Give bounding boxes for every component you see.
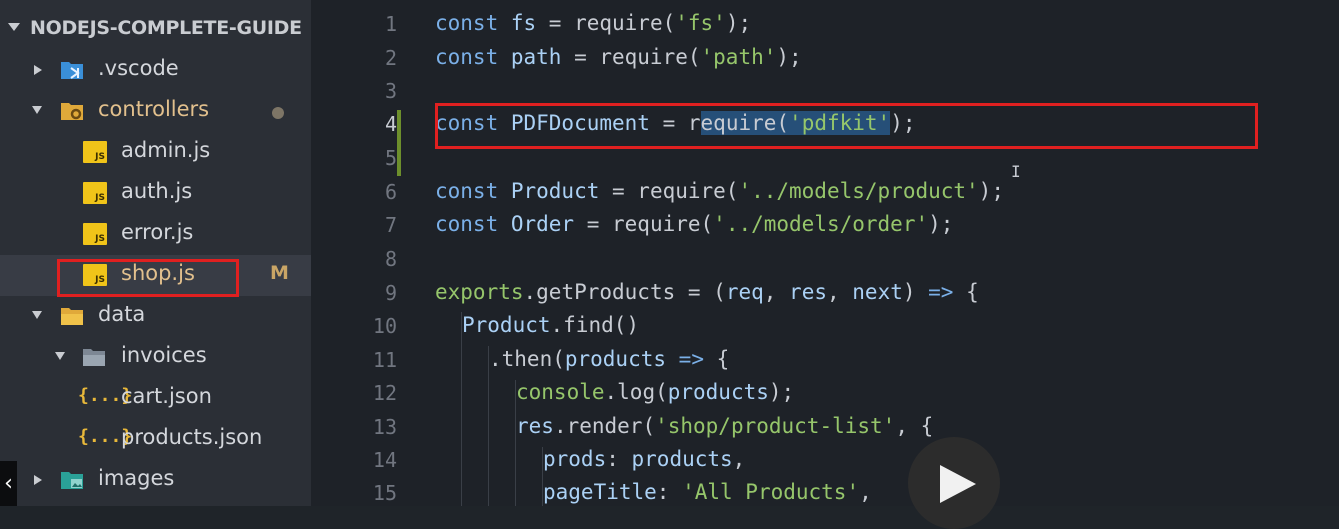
code-line-12: 12 console.log(products); [311,377,1339,411]
line-number: 14 [372,448,397,472]
code-text: const Order = require('../models/order')… [435,212,954,236]
code-editor[interactable]: 1 const fs = require('fs'); 2 const path… [311,0,1339,506]
code-text: const Product = require('../models/produ… [435,179,1004,203]
code-text: res.render('shop/product-list', { [516,414,934,438]
explorer-project-header[interactable]: NODEJS-COMPLETE-GUIDE [0,12,311,44]
code-line-13: 13 res.render('shop/product-list', { [311,411,1339,445]
tree-item-label: .vscode [98,56,179,80]
code-line-11: 11 .then(products => { [311,344,1339,378]
code-line-14: 14 prods: products, [311,444,1339,478]
code-text: const path = require('path'); [435,45,802,69]
tree-item-label: products.json [121,425,263,449]
chevron-down-icon [32,311,42,319]
settings-folder-icon [61,103,83,120]
tree-item-label: auth.js [121,179,193,203]
line-number: 2 [384,46,397,70]
js-file-icon: JS [83,223,107,245]
js-file-icon: JS [83,141,107,163]
code-line-10: 10 Product.find() [311,310,1339,344]
tree-item-products-json[interactable]: {...} products.json [0,419,311,460]
tree-item-cart-json[interactable]: {...} cart.json [0,378,311,419]
chevron-down-icon [55,352,65,360]
chevron-down-icon [32,106,42,114]
code-text: prods: products, [543,447,746,471]
line-number: 1 [384,12,397,36]
tree-item-label: error.js [121,220,194,244]
tree-item-admin-js[interactable]: JS admin.js [0,132,311,173]
tree-item-images[interactable]: images [0,460,311,501]
collapse-icon[interactable] [8,23,20,31]
play-icon[interactable] [940,465,976,503]
back-arrow-button[interactable]: ‹ [0,461,17,506]
line-number: 7 [384,213,397,237]
code-text: console.log(products); [516,380,795,404]
code-line-2: 2 const path = require('path'); [311,42,1339,76]
modified-badge: M [270,262,289,284]
tree-item-controllers[interactable]: controllers [0,91,311,132]
tree-item-label: cart.json [121,384,212,408]
line-number: 9 [384,281,397,305]
modified-dot [272,107,284,119]
tree-item-label: admin.js [121,138,211,162]
image-folder-icon [61,472,83,489]
chevron-right-icon [34,65,42,75]
json-file-icon: {...} [78,426,133,447]
tree-item-label: data [98,302,146,326]
tree-item-label: invoices [121,343,207,367]
line-number: 12 [372,381,397,405]
code-line-7: 7 const Order = require('../models/order… [311,209,1339,243]
code-line-9: 9 exports.getProducts = (req, res, next)… [311,277,1339,311]
tree-item-data[interactable]: data [0,296,311,337]
highlight-box-shop-js [57,259,239,297]
line-number: 5 [384,146,397,170]
js-file-icon: JS [83,182,107,204]
line-number: 11 [372,348,397,372]
code-text: const fs = require('fs'); [435,11,752,35]
folder-icon [61,308,83,325]
folder-icon [83,349,105,366]
chevron-right-icon [34,475,42,485]
line-number: 8 [384,247,397,271]
line-number: 13 [372,415,397,439]
code-line-8: 8 [311,243,1339,277]
line-number: 10 [372,314,397,338]
code-text: Product.find() [462,313,640,337]
tree-item-auth-js[interactable]: JS auth.js [0,173,311,214]
code-text: exports.getProducts = (req, res, next) =… [435,280,979,304]
code-line-6: 6 const Product = require('../models/pro… [311,176,1339,210]
vscode-folder-icon [61,62,83,79]
tree-item-vscode[interactable]: .vscode [0,50,311,91]
code-text: .then(products => { [489,347,730,371]
file-explorer: NODEJS-COMPLETE-GUIDE .vscode controller… [0,0,311,506]
line-number: 4 [384,112,397,136]
tree-item-label: images [98,466,175,490]
code-line-5: 5 [311,142,1339,176]
code-line-1: 1 const fs = require('fs'); [311,8,1339,42]
project-title: NODEJS-COMPLETE-GUIDE [30,17,302,39]
tree-item-label: controllers [98,97,210,121]
line-number: 6 [384,180,397,204]
line-number: 15 [372,481,397,505]
line-number: 3 [384,79,397,103]
json-file-icon: {...} [78,385,133,406]
tree-item-invoices[interactable]: invoices [0,337,311,378]
tree-item-error-js[interactable]: JS error.js [0,214,311,255]
code-text: pageTitle: 'All Products', [543,480,872,504]
